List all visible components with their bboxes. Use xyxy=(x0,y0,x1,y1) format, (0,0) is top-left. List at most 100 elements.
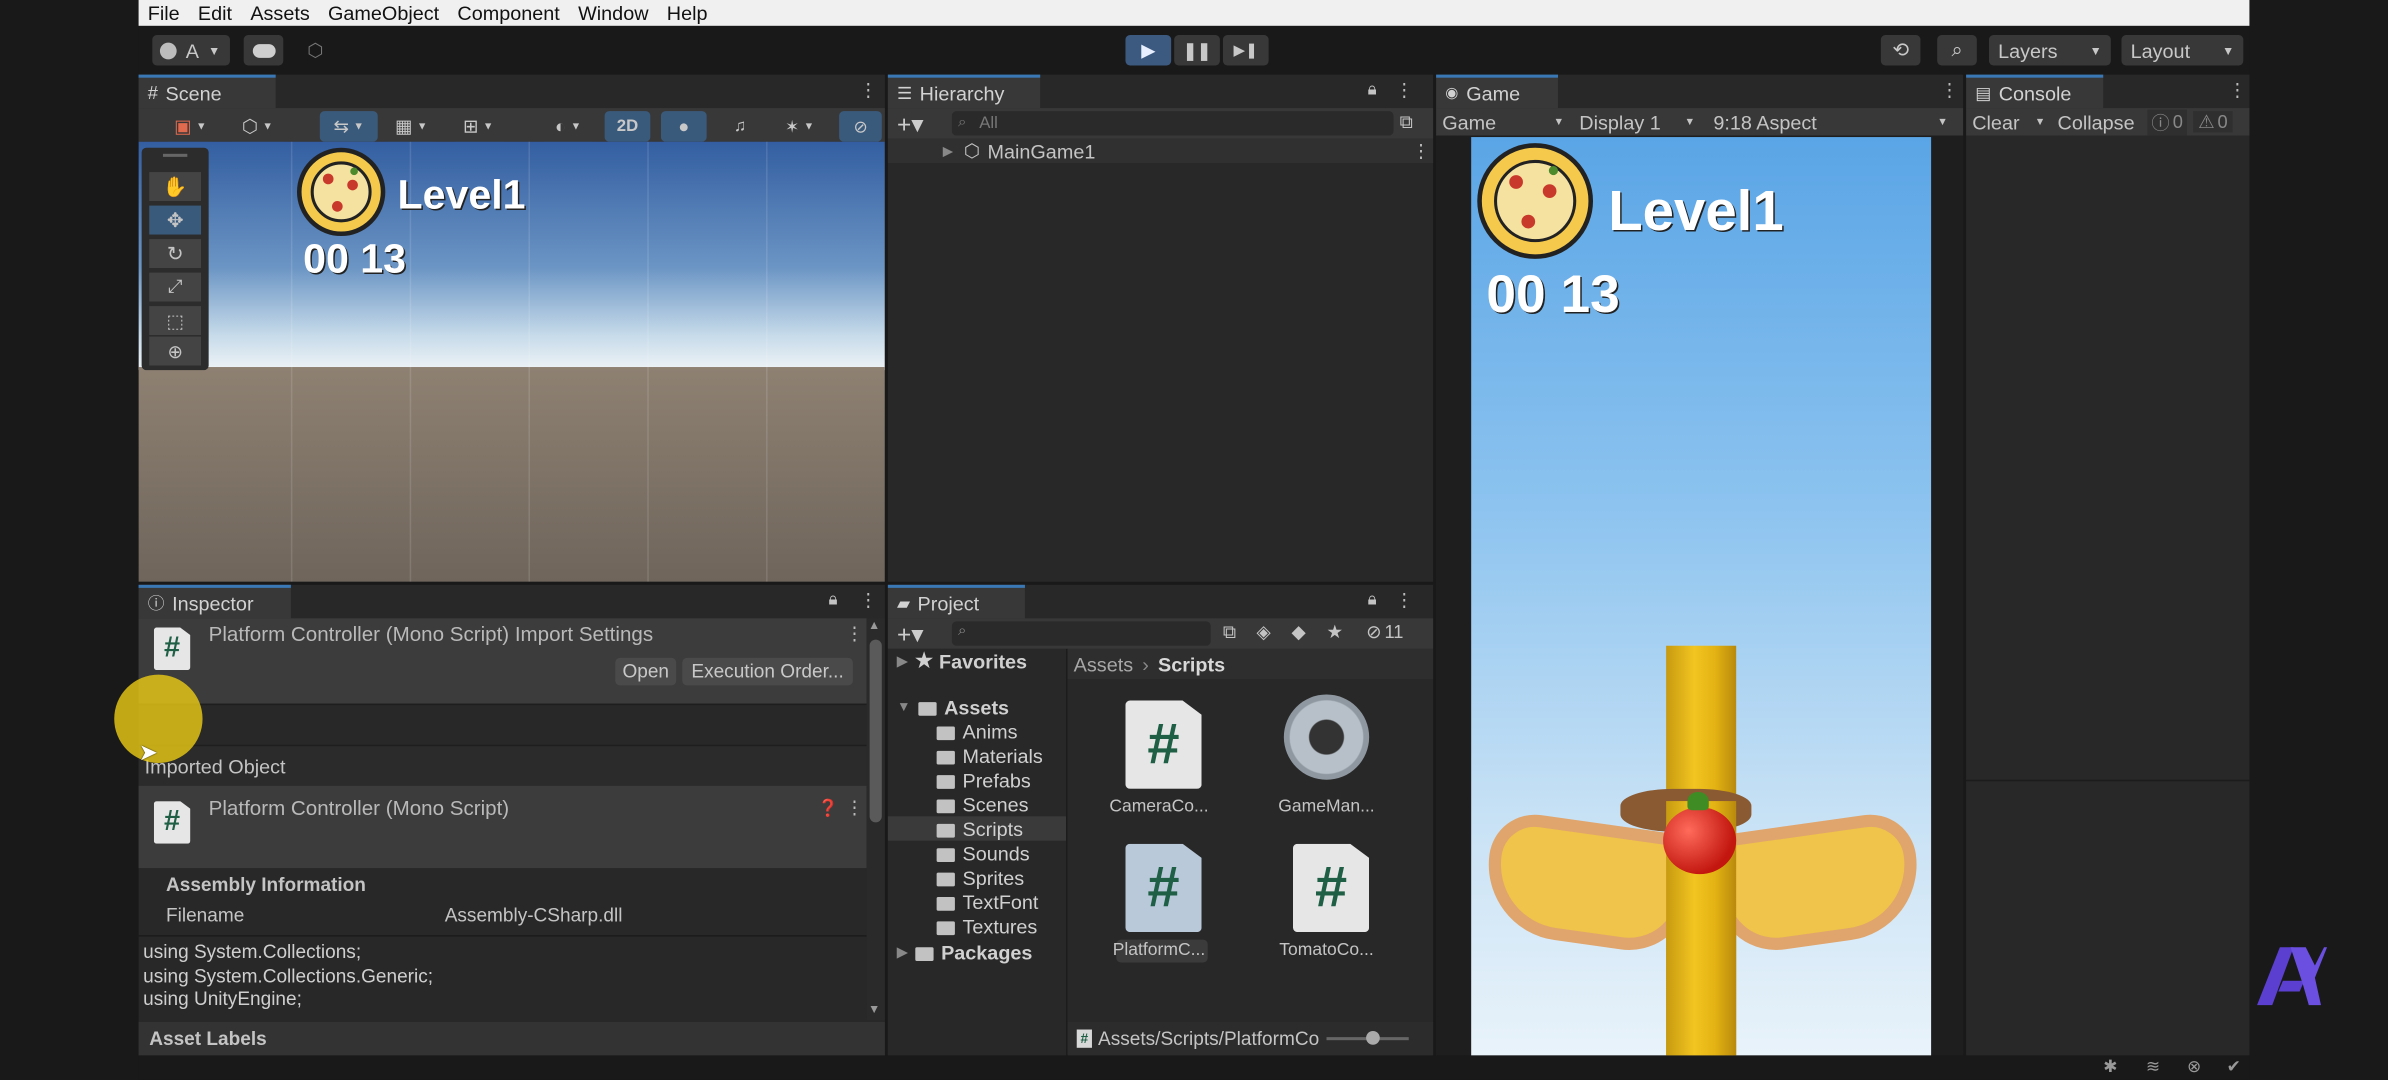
rotate-tool-icon[interactable]: ↻ xyxy=(149,239,202,269)
folder-item[interactable]: Sprites xyxy=(936,865,1024,889)
kebab-menu-icon[interactable]: ⋮ xyxy=(845,623,863,644)
check-icon[interactable]: ✔ xyxy=(2227,1057,2241,1076)
hand-tool-icon[interactable]: ✋ xyxy=(149,172,202,202)
layers-dropdown[interactable]: Layers ▼ xyxy=(1988,35,2111,66)
move-tool-icon[interactable]: ✥ xyxy=(149,205,202,235)
visibility-toggle[interactable]: ⊘ xyxy=(839,111,882,142)
stack-icon[interactable]: ≋ xyxy=(2146,1057,2160,1076)
asset-labels-bar[interactable]: Asset Labels xyxy=(138,1021,885,1056)
kebab-menu-icon[interactable]: ⋮ xyxy=(1395,79,1413,100)
render-mode-dropdown[interactable]: ◐ ▼ xyxy=(540,111,596,142)
folder-item[interactable]: Scenes xyxy=(936,792,1029,816)
help-icon[interactable]: ❓ xyxy=(818,798,839,818)
gizmo-toggle[interactable]: ⇆ ▼ xyxy=(319,111,378,142)
increment-snap-dropdown[interactable]: ⊞ ▼ xyxy=(449,111,508,142)
lighting-toggle[interactable]: ● xyxy=(660,111,707,142)
display-dropdown[interactable]: Display 1 ▼ xyxy=(1579,108,1701,135)
info-toggle[interactable]: ⓘ 0 xyxy=(2146,108,2188,135)
scroll-down-icon[interactable]: ▼ xyxy=(868,1002,880,1016)
packages-item[interactable]: ▶ Packages xyxy=(897,940,1032,964)
2d-toggle[interactable]: 2D xyxy=(604,111,651,142)
kebab-menu-icon[interactable]: ⋮ xyxy=(1412,140,1430,161)
draw-mode-dropdown[interactable]: ▣ ▼ xyxy=(162,111,218,142)
clear-button[interactable]: Clear xyxy=(1972,110,2019,133)
game-view-dropdown[interactable]: Game ▼ xyxy=(1442,108,1570,135)
tab-game[interactable]: ◉ Game xyxy=(1436,74,1558,109)
lock-icon[interactable]: 🔒︎ xyxy=(1368,81,1377,101)
history-button[interactable]: ⟲ xyxy=(1880,35,1921,66)
project-search-input[interactable]: ⌕ xyxy=(951,621,1211,646)
folder-item-selected[interactable]: Scripts xyxy=(936,816,1023,840)
menu-component[interactable]: Component xyxy=(448,2,569,25)
scene-viewport[interactable]: Level1 00 13 ✋ ✥ ↻ ⤢ ⬚ ⊕ xyxy=(138,141,885,582)
effects-dropdown[interactable]: ✶ ▼ xyxy=(772,111,827,142)
add-icon[interactable]: +▾ xyxy=(897,110,923,140)
audio-toggle[interactable]: ♫ xyxy=(717,111,764,142)
lock-icon[interactable]: 🔒︎ xyxy=(828,591,837,611)
clear-options-chevron-icon[interactable]: ▼ xyxy=(2035,117,2046,128)
menu-file[interactable]: File xyxy=(139,2,189,25)
collab-button[interactable]: ⬡ xyxy=(295,35,335,65)
menu-edit[interactable]: Edit xyxy=(189,2,241,25)
play-button[interactable]: ▶ xyxy=(1125,35,1172,66)
warn-toggle[interactable]: ⚠ 0 xyxy=(2193,111,2233,133)
tab-hierarchy[interactable]: ☰ Hierarchy xyxy=(887,74,1041,109)
menu-window[interactable]: Window xyxy=(569,2,658,25)
kebab-menu-icon[interactable]: ⋮ xyxy=(2228,79,2246,100)
file-item[interactable]: # CameraCo... xyxy=(1086,691,1232,819)
favorites-item[interactable]: ▶ ★ Favorites xyxy=(897,649,1027,673)
file-item[interactable]: GameMan... xyxy=(1253,691,1399,819)
hidden-packages-toggle[interactable]: ⊘ 11 xyxy=(1366,621,1403,642)
add-icon[interactable]: +▾ xyxy=(897,620,923,650)
icon-size-slider-thumb[interactable] xyxy=(1366,1031,1380,1045)
kebab-menu-icon[interactable]: ⋮ xyxy=(1940,79,1958,100)
folder-item[interactable]: Textures xyxy=(936,914,1037,938)
type-filter-icon[interactable]: ◈ xyxy=(1256,621,1270,642)
search-filter-icon[interactable]: ⧉ xyxy=(1223,621,1236,644)
kebab-menu-icon[interactable]: ⋮ xyxy=(1395,589,1413,610)
hierarchy-root-item[interactable]: ▶ ⬡ MainGame1 ⋮ xyxy=(887,138,1434,163)
inspector-scrollbar[interactable]: ▲ ▼ xyxy=(866,618,885,1021)
file-item[interactable]: # TomatoCo... xyxy=(1253,835,1399,963)
folder-item[interactable]: Prefabs xyxy=(936,768,1031,792)
tab-project[interactable]: ▰ Project xyxy=(887,584,1025,619)
execution-order-button[interactable]: Execution Order... xyxy=(682,657,853,686)
hierarchy-search-input[interactable]: ⌕ All xyxy=(951,111,1394,136)
open-button[interactable]: Open xyxy=(615,657,677,686)
transform-tool-icon[interactable]: ⊕ xyxy=(149,336,202,366)
search-button[interactable]: ⌕ xyxy=(1937,35,1977,66)
tab-scene[interactable]: # Scene xyxy=(138,74,276,109)
menu-help[interactable]: Help xyxy=(658,2,717,25)
shading-dropdown[interactable]: ⬡ ▼ xyxy=(226,111,288,142)
pause-button[interactable]: ❚❚ xyxy=(1174,35,1220,66)
scroll-up-icon[interactable]: ▲ xyxy=(868,618,880,632)
network-icon[interactable]: ⊗ xyxy=(2187,1057,2201,1076)
menu-assets[interactable]: Assets xyxy=(241,2,319,25)
menu-gameobject[interactable]: GameObject xyxy=(319,2,448,25)
aspect-dropdown[interactable]: 9:18 Aspect ▼ xyxy=(1713,108,1954,135)
breadcrumb-assets[interactable]: Assets xyxy=(1074,653,1133,676)
step-button[interactable]: ▶❚ xyxy=(1222,35,1269,66)
bug-icon[interactable]: ✱ xyxy=(2103,1057,2117,1076)
collapse-button[interactable]: Collapse xyxy=(2058,110,2135,133)
game-viewport[interactable]: Level1 00 13 xyxy=(1471,137,1932,1056)
tab-console[interactable]: ▤ Console xyxy=(1966,74,2104,109)
folder-item[interactable]: Anims xyxy=(936,719,1018,743)
star-icon[interactable]: ★ xyxy=(1326,621,1342,642)
label-filter-icon[interactable]: ◆ xyxy=(1291,621,1305,642)
account-dropdown[interactable]: A ▼ xyxy=(152,35,230,66)
kebab-menu-icon[interactable]: ⋮ xyxy=(845,797,863,818)
lock-icon[interactable]: 🔒︎ xyxy=(1368,591,1377,611)
breadcrumb-scripts[interactable]: Scripts xyxy=(1158,653,1225,676)
assets-item[interactable]: ▼ Assets xyxy=(897,694,1009,718)
search-filter-icon[interactable]: ⧉ xyxy=(1400,111,1413,134)
scale-tool-icon[interactable]: ⤢ xyxy=(149,272,202,302)
file-item-selected[interactable]: # PlatformC... xyxy=(1086,835,1232,963)
inspector-scroll-thumb[interactable] xyxy=(869,639,882,823)
kebab-menu-icon[interactable]: ⋮ xyxy=(859,589,877,610)
kebab-menu-icon[interactable]: ⋮ xyxy=(859,79,877,100)
cloud-button[interactable] xyxy=(243,35,284,66)
folder-item[interactable]: Sounds xyxy=(936,841,1030,865)
folder-item[interactable]: Materials xyxy=(936,743,1043,767)
layout-dropdown[interactable]: Layout ▼ xyxy=(2121,35,2244,66)
